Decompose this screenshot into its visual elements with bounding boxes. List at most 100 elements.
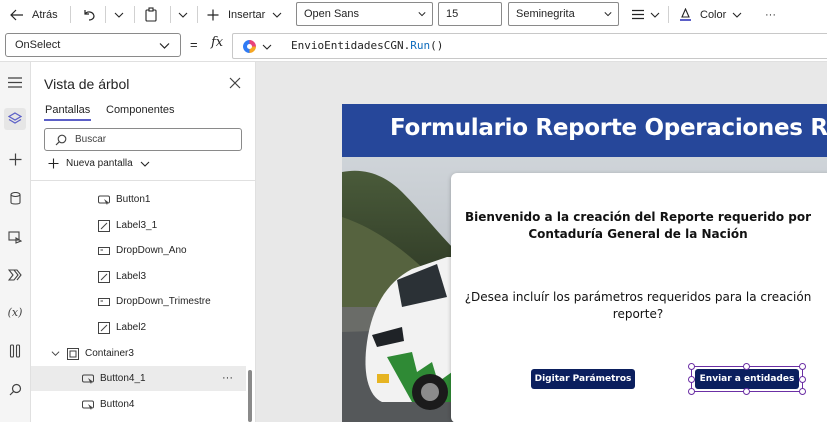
tree-item-button1[interactable]: Button1 xyxy=(31,187,246,212)
fx-label: fx xyxy=(211,35,224,50)
digitar-parametros-button[interactable]: Digitar Parámetros xyxy=(531,369,635,389)
more-button[interactable]: ··· xyxy=(765,0,776,29)
close-icon[interactable] xyxy=(229,77,241,89)
command-bar: Atrás Insertar Open Sans 15 Seminegrita … xyxy=(0,0,827,29)
tools-button[interactable] xyxy=(4,340,26,362)
tab-screens[interactable]: Pantallas xyxy=(45,104,90,116)
design-canvas[interactable]: Formulario Reporte Operaciones R Bienven… xyxy=(256,62,827,422)
menu-button[interactable] xyxy=(4,71,26,93)
formula-function: Run xyxy=(410,39,431,52)
tree-item-label: Button1 xyxy=(116,194,151,205)
flow-icon xyxy=(8,269,22,281)
arrow-left-icon xyxy=(10,9,23,20)
welcome-line: Bienvenido a la creación del Reporte req… xyxy=(464,210,812,224)
resize-handle[interactable] xyxy=(799,388,806,395)
resize-handle[interactable] xyxy=(743,363,750,370)
resize-handle[interactable] xyxy=(799,363,806,370)
welcome-text: Bienvenido a la creación del Reporte req… xyxy=(451,209,825,243)
dropdown-icon xyxy=(98,297,110,306)
new-screen-button[interactable]: Nueva pantalla xyxy=(48,158,150,169)
tree-scrollbar[interactable] xyxy=(248,370,252,422)
tree-item-container3[interactable]: Container3 xyxy=(31,341,246,366)
chevron-down-icon xyxy=(140,161,150,167)
tree-item-label: Label3_1 xyxy=(116,220,158,231)
label-icon xyxy=(98,321,110,334)
resize-handle[interactable] xyxy=(743,388,750,395)
redo-dropdown[interactable] xyxy=(114,0,124,29)
tools-icon xyxy=(9,344,21,358)
resize-handle[interactable] xyxy=(688,376,695,383)
tree-item-label3-1[interactable]: Label3_1 xyxy=(31,213,246,238)
chevron-down-icon[interactable] xyxy=(51,349,60,358)
color-label: Color xyxy=(700,8,727,21)
toolbar-divider xyxy=(134,6,135,23)
header-title: Formulario Reporte Operaciones R xyxy=(390,115,827,141)
tree-item-label: Label3 xyxy=(116,271,147,282)
paste-button[interactable] xyxy=(144,0,158,29)
tree-item-dropdown-ano[interactable]: DropDown_Ano xyxy=(31,238,246,263)
equals-sign: = xyxy=(190,37,198,52)
chevron-down-icon xyxy=(604,12,612,17)
media-button[interactable] xyxy=(4,226,26,248)
undo-icon xyxy=(84,9,95,21)
tree-item-button4[interactable]: Button4 xyxy=(31,392,246,417)
toolbar-divider xyxy=(668,6,669,23)
tree-search-input[interactable]: Buscar xyxy=(44,128,242,151)
tree-item-label: Container3 xyxy=(85,348,134,359)
label-icon xyxy=(98,219,110,232)
search-icon xyxy=(55,134,67,146)
question-line: ¿Desea incluír los parámetros requeridos… xyxy=(464,290,812,304)
toolbar-divider xyxy=(70,6,71,23)
resize-handle[interactable] xyxy=(799,376,806,383)
label-icon xyxy=(98,270,110,283)
tree-item-label: DropDown_Trimestre xyxy=(116,296,211,307)
resize-handle[interactable] xyxy=(688,363,695,370)
font-family-select[interactable]: Open Sans xyxy=(296,2,433,26)
power-automate-button[interactable] xyxy=(4,264,26,286)
align-button[interactable] xyxy=(632,0,660,29)
search-rail-button[interactable] xyxy=(4,378,26,400)
property-value: OnSelect xyxy=(15,39,61,51)
plus-icon xyxy=(48,158,59,169)
insert-label: Insertar xyxy=(228,8,266,21)
chevron-down-icon xyxy=(272,12,282,18)
font-weight-select[interactable]: Seminegrita xyxy=(508,2,619,26)
data-button[interactable] xyxy=(4,187,26,209)
tree-item-button4-1[interactable]: Button4_1 ··· xyxy=(31,366,246,391)
active-tab-indicator xyxy=(44,119,91,121)
row-more-button[interactable]: ··· xyxy=(222,372,233,384)
clipboard-icon xyxy=(145,7,157,22)
tree-item-label2[interactable]: Label2 xyxy=(31,315,246,340)
property-select[interactable]: OnSelect xyxy=(5,33,181,57)
paste-dropdown[interactable] xyxy=(178,0,188,29)
welcome-card: Bienvenido a la creación del Reporte req… xyxy=(451,173,827,422)
tree-item-label3[interactable]: Label3 xyxy=(31,264,246,289)
insert-rail-button[interactable] xyxy=(4,148,26,170)
tab-components[interactable]: Componentes xyxy=(106,104,175,116)
font-size-input[interactable]: 15 xyxy=(438,2,502,26)
formula-bar: OnSelect = fx EnvioEntidadesCGN.Run() xyxy=(0,29,827,62)
back-label: Atrás xyxy=(32,8,58,21)
tree-view-button[interactable] xyxy=(4,108,26,130)
tree-item-label: Label2 xyxy=(116,322,147,333)
undo-button[interactable] xyxy=(82,0,96,29)
dropdown-icon xyxy=(98,246,110,255)
plus-icon xyxy=(207,9,219,20)
insert-button[interactable]: Insertar xyxy=(207,0,282,29)
back-button[interactable]: Atrás xyxy=(10,0,58,29)
left-rail: (x) xyxy=(0,62,31,422)
formula-args: () xyxy=(430,39,444,52)
panel-title: Vista de árbol xyxy=(44,76,130,92)
formula-input[interactable]: EnvioEntidadesCGN.Run() xyxy=(232,33,827,59)
copilot-button[interactable] xyxy=(242,39,272,54)
resize-handle[interactable] xyxy=(688,388,695,395)
button-icon xyxy=(82,400,94,410)
color-button[interactable]: Color xyxy=(679,0,742,29)
panel-divider xyxy=(31,180,255,181)
toolbar-divider xyxy=(105,6,106,23)
tree-item-dropdown-trimestre[interactable]: DropDown_Trimestre xyxy=(31,289,246,314)
tree-view-panel: Vista de árbol Pantallas Componentes Bus… xyxy=(31,62,256,422)
welcome-line: Contaduría General de la Nación xyxy=(528,227,748,241)
tree-item-label: DropDown_Ano xyxy=(116,245,187,256)
variables-icon[interactable]: (x) xyxy=(4,301,26,323)
